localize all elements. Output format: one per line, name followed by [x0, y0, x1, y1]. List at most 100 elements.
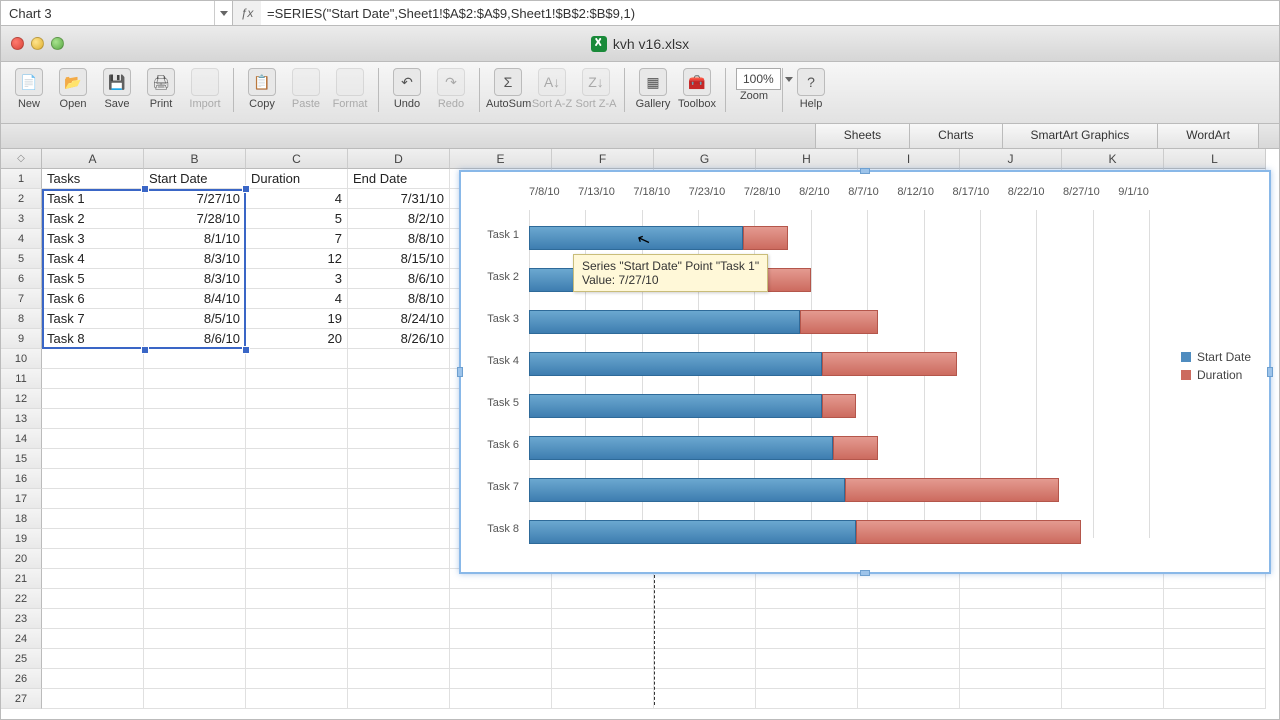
row-header[interactable]: 10	[1, 349, 42, 369]
copy-button[interactable]: 📋Copy	[240, 66, 284, 110]
row-header[interactable]: 11	[1, 369, 42, 389]
column-header[interactable]: H	[756, 149, 858, 169]
cell[interactable]	[246, 649, 348, 669]
cell[interactable]	[348, 449, 450, 469]
row-header[interactable]: 5	[1, 249, 42, 269]
row-header[interactable]: 27	[1, 689, 42, 709]
cell[interactable]: 19	[246, 309, 348, 329]
column-header[interactable]: D	[348, 149, 450, 169]
cell[interactable]	[450, 689, 552, 709]
cell[interactable]	[144, 409, 246, 429]
cell[interactable]	[858, 649, 960, 669]
cell[interactable]	[42, 369, 144, 389]
cell[interactable]	[654, 689, 756, 709]
cell[interactable]	[1062, 689, 1164, 709]
cell[interactable]	[348, 349, 450, 369]
cell[interactable]: 20	[246, 329, 348, 349]
cell[interactable]: 5	[246, 209, 348, 229]
cell[interactable]: 8/6/10	[144, 329, 246, 349]
cell[interactable]	[144, 589, 246, 609]
row-header[interactable]: 26	[1, 669, 42, 689]
row-header[interactable]: 21	[1, 569, 42, 589]
cell[interactable]	[246, 629, 348, 649]
cell[interactable]	[144, 349, 246, 369]
cell[interactable]	[348, 529, 450, 549]
chart-bar-duration[interactable]	[833, 436, 878, 460]
cell[interactable]	[246, 469, 348, 489]
cell[interactable]	[552, 689, 654, 709]
selection-handle[interactable]	[141, 346, 149, 354]
row-header[interactable]: 17	[1, 489, 42, 509]
row-header[interactable]: 13	[1, 409, 42, 429]
cell[interactable]	[450, 589, 552, 609]
cell[interactable]: Task 6	[42, 289, 144, 309]
cell[interactable]: 8/4/10	[144, 289, 246, 309]
cell[interactable]: Task 2	[42, 209, 144, 229]
column-header[interactable]: L	[1164, 149, 1266, 169]
cell[interactable]	[552, 609, 654, 629]
cell[interactable]	[144, 389, 246, 409]
cell[interactable]	[858, 669, 960, 689]
cell[interactable]	[42, 469, 144, 489]
cell[interactable]	[246, 449, 348, 469]
row-header[interactable]: 14	[1, 429, 42, 449]
chart-resize-handle[interactable]	[860, 570, 870, 576]
name-box[interactable]: Chart 3	[1, 1, 233, 25]
cell[interactable]: 8/15/10	[348, 249, 450, 269]
cell[interactable]: 8/6/10	[348, 269, 450, 289]
cell[interactable]: 12	[246, 249, 348, 269]
save-button[interactable]: 💾Save	[95, 66, 139, 110]
toolbox-button[interactable]: 🧰Toolbox	[675, 66, 719, 110]
cell[interactable]	[348, 389, 450, 409]
cell[interactable]	[144, 509, 246, 529]
cell[interactable]	[246, 589, 348, 609]
cell[interactable]	[552, 669, 654, 689]
row-header[interactable]: 9	[1, 329, 42, 349]
cell[interactable]	[348, 409, 450, 429]
row-header[interactable]: 8	[1, 309, 42, 329]
cell[interactable]	[42, 689, 144, 709]
cell[interactable]	[42, 489, 144, 509]
column-header[interactable]: G	[654, 149, 756, 169]
cell[interactable]	[144, 369, 246, 389]
cell[interactable]	[1062, 629, 1164, 649]
row-header[interactable]: 1	[1, 169, 42, 189]
chart-bar-duration[interactable]	[822, 352, 957, 376]
cell[interactable]	[246, 529, 348, 549]
cell[interactable]: 3	[246, 269, 348, 289]
cell[interactable]	[246, 369, 348, 389]
cell[interactable]	[144, 469, 246, 489]
open-button[interactable]: 📂Open	[51, 66, 95, 110]
cell[interactable]: 7/28/10	[144, 209, 246, 229]
cell[interactable]	[1062, 669, 1164, 689]
cell[interactable]	[654, 649, 756, 669]
autosum-button[interactable]: ΣAutoSum	[486, 66, 530, 110]
tab-wordart[interactable]: WordArt	[1157, 124, 1259, 148]
cell[interactable]: Task 5	[42, 269, 144, 289]
cell[interactable]	[42, 649, 144, 669]
row-header[interactable]: 4	[1, 229, 42, 249]
column-header[interactable]: I	[858, 149, 960, 169]
chart-bar-duration[interactable]	[822, 394, 856, 418]
cell[interactable]: Tasks	[42, 169, 144, 189]
cell[interactable]: Task 7	[42, 309, 144, 329]
row-header[interactable]: 2	[1, 189, 42, 209]
cell[interactable]	[756, 629, 858, 649]
zoom-control[interactable]: 100%Zoom	[732, 66, 776, 102]
cell[interactable]	[1062, 649, 1164, 669]
cell[interactable]	[552, 649, 654, 669]
column-header[interactable]: E	[450, 149, 552, 169]
row-header[interactable]: 3	[1, 209, 42, 229]
cell[interactable]	[42, 349, 144, 369]
cell[interactable]	[42, 629, 144, 649]
row-header[interactable]: 23	[1, 609, 42, 629]
cell[interactable]	[42, 669, 144, 689]
cell[interactable]	[1164, 609, 1266, 629]
chart-bar-start-date[interactable]	[529, 436, 833, 460]
cell[interactable]: 7	[246, 229, 348, 249]
cell[interactable]: Start Date	[144, 169, 246, 189]
tab-charts[interactable]: Charts	[909, 124, 1002, 148]
cell[interactable]	[654, 609, 756, 629]
cell[interactable]	[246, 669, 348, 689]
cell[interactable]: 8/1/10	[144, 229, 246, 249]
